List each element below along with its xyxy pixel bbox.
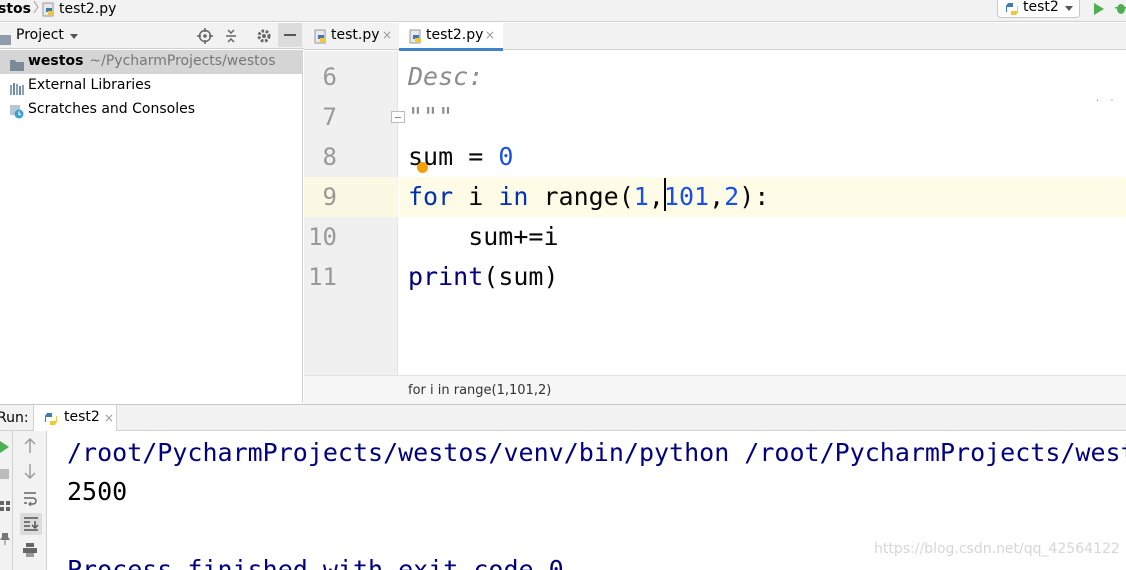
python-file-icon xyxy=(314,29,328,49)
editor-tab-bar: test.py × test2.py × xyxy=(304,23,1126,51)
code-token: 2 xyxy=(724,182,740,211)
tree-item-scratches[interactable]: Scratches and Consoles xyxy=(0,98,303,122)
code-token: in xyxy=(498,182,529,211)
code-token: 0 xyxy=(498,142,514,171)
stop-icon[interactable] xyxy=(0,464,9,483)
tree-item-path: ~/PycharmProjects/westos xyxy=(89,53,276,69)
rerun-icon[interactable] xyxy=(0,438,10,457)
text-cursor xyxy=(664,178,666,211)
chevron-down-icon[interactable] xyxy=(70,34,78,39)
tab-label: test2.py xyxy=(426,27,484,43)
watermark: https://blog.csdn.net/qq_42564122 xyxy=(874,541,1120,557)
line-number: 11 xyxy=(308,263,337,291)
tree-item-label: Scratches and Consoles xyxy=(28,101,195,117)
run-tab-test2[interactable]: test2 × xyxy=(33,405,117,431)
caret-row-highlight xyxy=(304,177,398,217)
chevron-down-icon xyxy=(1065,6,1073,11)
code-breadcrumb[interactable]: for i in range(1,101,2) xyxy=(408,383,551,398)
code-token: print xyxy=(408,262,484,291)
code-breadcrumb-bar: for i in range(1,101,2) xyxy=(304,375,1126,404)
breadcrumb-project[interactable]: stos xyxy=(0,0,31,18)
python-file-icon xyxy=(409,29,423,49)
console-exit-line: Process finished with exit code 0 xyxy=(67,555,564,570)
run-configuration-label: test2 xyxy=(1023,0,1059,15)
locate-icon[interactable] xyxy=(197,28,213,44)
scroll-to-end-icon[interactable] xyxy=(20,513,42,535)
console-command-line: /root/PycharmProjects/westos/venv/bin/py… xyxy=(67,438,1126,467)
python-config-icon xyxy=(1005,1,1019,20)
breadcrumb-file[interactable]: test2.py xyxy=(59,0,116,18)
fold-marker-icon[interactable] xyxy=(391,111,405,123)
code-line-10: sum+=i xyxy=(408,222,559,251)
tab-label: test.py xyxy=(331,27,380,43)
folder-icon xyxy=(10,56,24,75)
code-token: , xyxy=(709,182,725,211)
tree-item-label: westos xyxy=(28,53,84,69)
arrow-down-icon[interactable] xyxy=(23,463,37,483)
code-token: 1 xyxy=(633,182,649,211)
hide-panel-button[interactable] xyxy=(278,23,302,47)
code-token: = xyxy=(453,142,499,171)
project-panel-header: Project xyxy=(0,23,304,49)
arrow-up-icon[interactable] xyxy=(23,437,37,458)
tree-item-label: External Libraries xyxy=(28,77,151,93)
line-number: 8 xyxy=(322,143,337,171)
tree-item-external-libraries[interactable]: External Libraries xyxy=(0,74,303,98)
code-editor[interactable]: . . . Desc: """ sum = 0 for i in range(1… xyxy=(399,51,1126,375)
minus-icon xyxy=(284,34,296,36)
line-number: 10 xyxy=(308,223,337,251)
project-icon xyxy=(0,30,11,49)
run-tab-label: test2 xyxy=(64,409,100,425)
intention-bulb-icon[interactable] xyxy=(417,162,428,173)
code-token: for xyxy=(408,182,454,211)
navigation-bar: stos 〉 test2.py test2 xyxy=(0,0,1126,22)
run-panel-header: Run: test2 × xyxy=(0,404,1126,431)
pin-icon[interactable] xyxy=(0,530,10,549)
editor-gutter[interactable]: 6 7 8 9 10 11 xyxy=(304,51,398,375)
python-file-icon xyxy=(42,2,56,22)
code-token: ): xyxy=(739,182,770,211)
partial-text: . . . xyxy=(1096,95,1118,101)
code-line-6: Desc: xyxy=(408,62,484,91)
run-configuration-select[interactable]: test2 xyxy=(997,0,1080,18)
run-icon[interactable] xyxy=(1092,1,1106,15)
run-toolbar-outer xyxy=(0,431,13,570)
tree-item-westos[interactable]: westos ~/PycharmProjects/westos xyxy=(0,50,303,74)
collapse-all-icon[interactable] xyxy=(223,28,239,44)
code-line-7: """ xyxy=(408,102,454,131)
code-token: 101 xyxy=(663,182,710,211)
python-config-icon xyxy=(44,411,58,430)
code-token: range( xyxy=(528,182,634,211)
tab-test2-py[interactable]: test2.py × xyxy=(399,23,503,51)
print-icon[interactable] xyxy=(23,542,37,561)
project-tree: westos ~/PycharmProjects/westos External … xyxy=(0,50,303,403)
gear-icon[interactable] xyxy=(256,28,272,44)
code-token: sum xyxy=(408,142,454,171)
line-number: 9 xyxy=(322,183,337,211)
debug-icon[interactable] xyxy=(1114,0,1126,16)
layout-icon[interactable] xyxy=(0,496,11,515)
tab-test-py[interactable]: test.py × xyxy=(304,23,398,50)
line-number: 7 xyxy=(322,103,337,131)
library-icon xyxy=(10,80,24,99)
code-token: , xyxy=(648,182,664,211)
code-line-11: print(sum) xyxy=(408,257,559,297)
console-output-line: 2500 xyxy=(67,477,128,506)
line-number: 6 xyxy=(322,63,337,91)
run-panel-label: Run: xyxy=(0,410,29,426)
soft-wrap-icon[interactable] xyxy=(23,490,37,510)
scratches-icon xyxy=(10,104,24,123)
project-panel-title[interactable]: Project xyxy=(16,27,64,43)
code-line-9: for i in range(1,101,2): xyxy=(408,177,769,217)
code-token: (sum) xyxy=(483,262,559,291)
code-token: i xyxy=(453,182,499,211)
close-icon[interactable]: × xyxy=(104,411,114,425)
run-toolbar xyxy=(13,431,47,570)
close-icon[interactable]: × xyxy=(485,28,495,42)
close-icon[interactable]: × xyxy=(382,28,392,42)
